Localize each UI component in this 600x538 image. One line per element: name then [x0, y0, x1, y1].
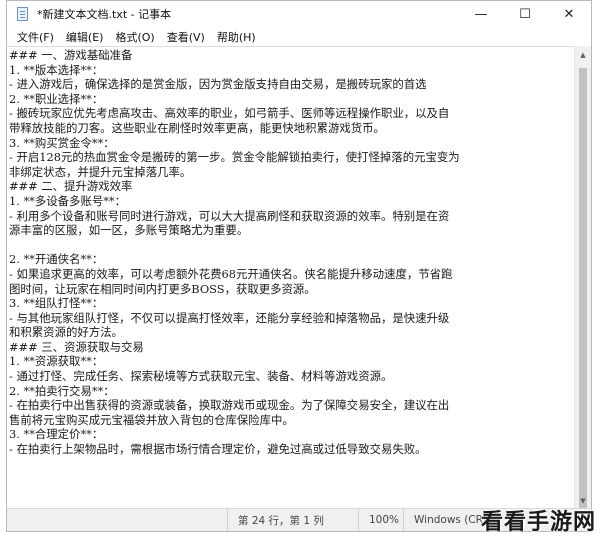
- text-line: 1. **版本选择**：: [9, 62, 104, 77]
- editor-text[interactable]: ### 一、游戏基础准备 1. **版本选择**： - 进入游戏后，确保选择的是赏…: [7, 47, 574, 457]
- title-bar[interactable]: *新建文本文档.txt - 记事本 — ☐ ✕: [7, 1, 591, 27]
- text-line: 图时间，让玩家在相同时间内打更多BOSS，获取更多资源。: [9, 281, 316, 296]
- text-line: - 如果追求更高的效率，可以考虑额外花费68元开通侠名。侠名能提升移动速度，节省…: [9, 266, 453, 281]
- menu-bar: 文件(F) 编辑(E) 格式(O) 查看(V) 帮助(H): [7, 27, 591, 46]
- text-line: 1. **多设备多账号**：: [9, 193, 127, 208]
- notepad-window: *新建文本文档.txt - 记事本 — ☐ ✕ 文件(F) 编辑(E) 格式(O…: [6, 0, 592, 532]
- menu-file[interactable]: 文件(F): [11, 29, 60, 45]
- text-line: 1. **资源获取**：: [9, 354, 104, 369]
- text-line: 和积累资源的好方法。: [9, 325, 123, 340]
- window-title: *新建文本文档.txt - 记事本: [37, 8, 172, 21]
- text-line: 源丰富的区服，如一区，多账号策略尤为重要。: [9, 223, 249, 238]
- text-line: 2. **拍卖行交易**：: [9, 383, 115, 398]
- text-line: - 在拍卖行上架物品时，需根据市场行情合理定价，避免过高或过低导致交易失败。: [9, 442, 427, 457]
- cursor-position: 第 24 行，第 1 列: [227, 509, 358, 531]
- text-line: 3. **组队打怪**：: [9, 296, 104, 311]
- text-line: 带释放技能的刀客。这些职业在刷怪时效率更高，能更快地积累游戏货币。: [9, 120, 385, 135]
- text-line: ### 二、提升游戏效率: [9, 179, 133, 194]
- notepad-icon: [15, 6, 31, 22]
- minimize-button[interactable]: —: [459, 1, 503, 27]
- menu-format[interactable]: 格式(O): [109, 29, 160, 45]
- text-line: - 进入游戏后，确保选择的是赏金版，因为赏金版支持自由交易，是搬砖玩家的首选: [9, 77, 427, 92]
- text-line: ### 三、资源获取与交易: [9, 339, 144, 354]
- text-line: 售前将元宝购买成元宝福袋并放入背包的仓库保险库中。: [9, 412, 294, 427]
- menu-help[interactable]: 帮助(H): [211, 29, 262, 45]
- scrollbar-thumb[interactable]: [579, 68, 587, 508]
- site-watermark: 看看手游网: [480, 510, 596, 535]
- menu-edit[interactable]: 编辑(E): [60, 29, 110, 45]
- text-line: - 通过打怪、完成任务、探索秘境等方式获取元宝、装备、材料等游戏资源。: [9, 369, 393, 384]
- text-line: ### 一、游戏基础准备: [9, 48, 133, 62]
- zoom-level: 100%: [358, 509, 403, 531]
- text-line: 2. **开通侠名**：: [9, 252, 104, 267]
- close-button[interactable]: ✕: [547, 1, 591, 27]
- text-line: 3. **购买赏金令**：: [9, 135, 115, 150]
- text-line: - 利用多个设备和账号同时进行游戏，可以大大提高刷怪和获取资源的效率。特别是在资: [9, 208, 450, 223]
- text-line: 非绑定状态，并提升元宝掉落几率。: [9, 164, 192, 179]
- text-editor[interactable]: ### 一、游戏基础准备 1. **版本选择**： - 进入游戏后，确保选择的是赏…: [7, 46, 574, 509]
- scroll-up-icon[interactable]: ▲: [575, 46, 591, 63]
- text-line: [9, 238, 574, 253]
- maximize-button[interactable]: ☐: [503, 1, 547, 27]
- menu-view[interactable]: 查看(V): [161, 29, 211, 45]
- text-line: 2. **职业选择**：: [9, 91, 104, 106]
- text-line: - 与其他玩家组队打怪，不仅可以提高打怪效率，还能分享经验和掉落物品，是快速升级: [9, 310, 450, 325]
- text-line: - 开启128元的热血赏金令是搬砖的第一步。赏金令能解锁拍卖行，使打怪掉落的元宝…: [9, 150, 460, 165]
- text-line: - 搬砖玩家应优先考虑高攻击、高效率的职业，如弓箭手、医师等远程操作职业，以及自: [9, 106, 450, 121]
- text-line: 3. **合理定价**：: [9, 427, 104, 442]
- vertical-scrollbar[interactable]: ▲ ▼: [574, 46, 591, 509]
- text-line: - 在拍卖行中出售获得的资源或装备，换取游戏币或现金。为了保障交易安全，建议在出: [9, 398, 450, 413]
